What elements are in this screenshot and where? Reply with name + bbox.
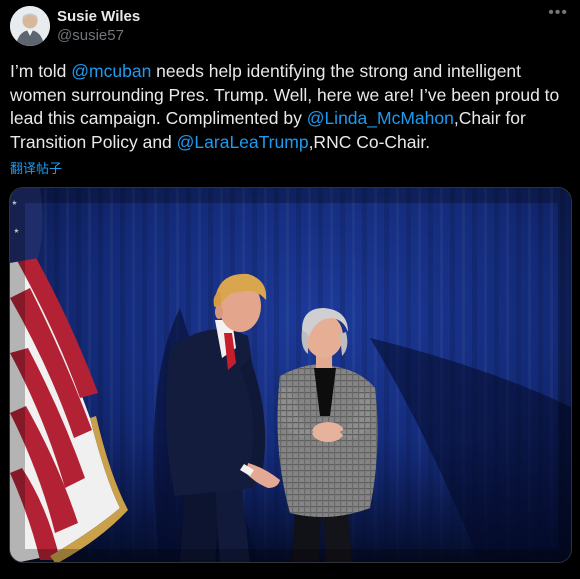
tweet-header: Susie Wiles @susie57 ••• [10,4,570,46]
more-horizontal-icon[interactable]: ••• [548,4,568,22]
tweet-text-segment: I’m told [10,61,72,81]
tweet-text-segment: ,RNC Co-Chair. [308,131,431,152]
author-name[interactable]: Susie Wiles [57,8,140,25]
tweet-text: I’m told @mcuban needs help identifying … [10,60,572,154]
translate-link[interactable]: 翻译帖子 [10,158,62,177]
author-handle[interactable]: @susie57 [57,27,124,44]
tweet-photo[interactable] [9,187,572,563]
mention-link[interactable]: @mcuban [71,61,151,81]
avatar[interactable] [10,6,50,46]
mention-link[interactable]: @Linda_McMahon [307,108,454,128]
mention-link[interactable]: @LaraLeaTrump [177,132,309,152]
